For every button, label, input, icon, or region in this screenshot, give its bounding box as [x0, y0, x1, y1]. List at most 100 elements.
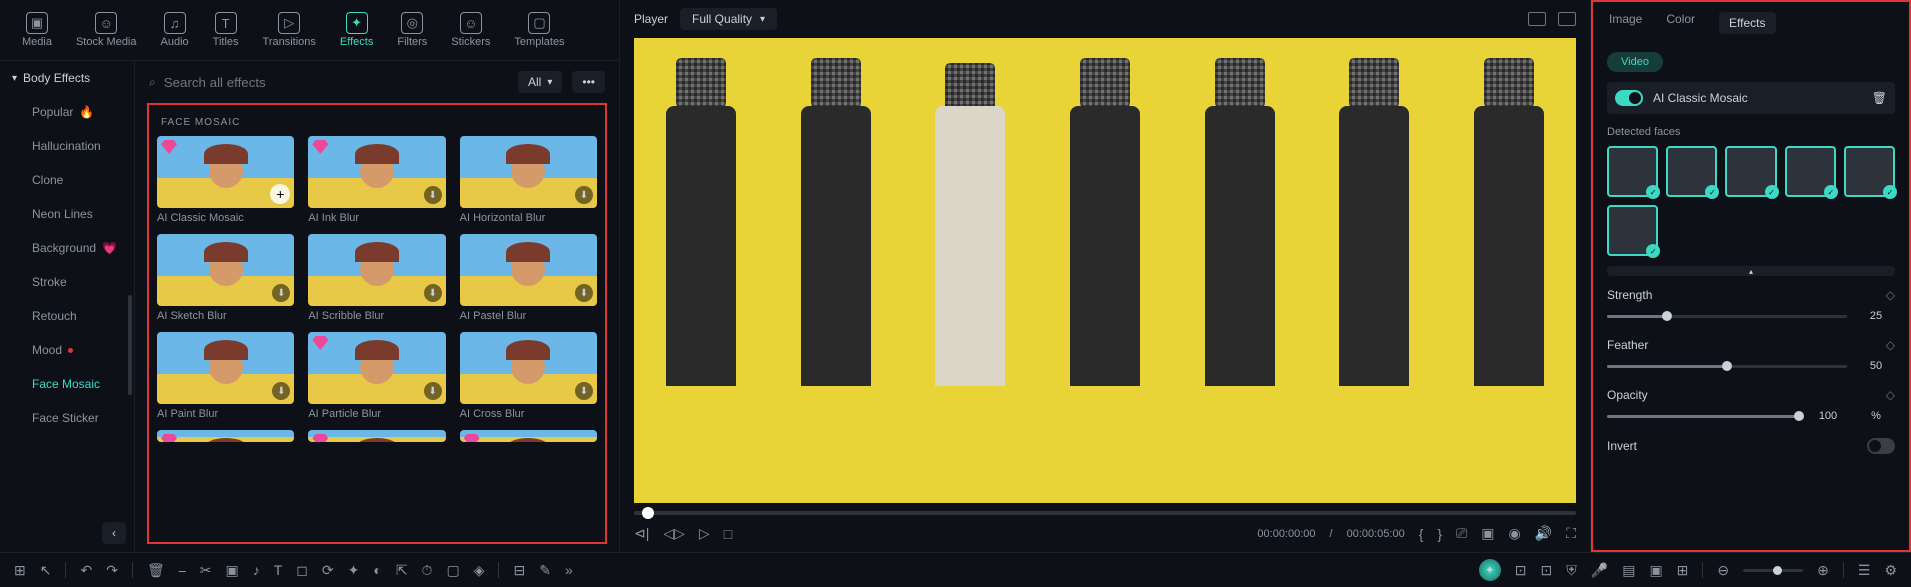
shape-icon[interactable]: ◻ [296, 562, 308, 579]
search-input[interactable] [164, 75, 508, 90]
color-icon[interactable]: ◐ [373, 562, 381, 578]
timer-icon[interactable]: ⏱ [422, 562, 433, 579]
text-icon[interactable]: T [274, 562, 283, 578]
filter-dropdown[interactable]: All ▾ [518, 71, 562, 93]
nav-effects[interactable]: ✦Effects [334, 8, 379, 52]
ai-assist-button[interactable]: ✦ [1479, 559, 1501, 581]
sidebar-item-face-mosaic[interactable]: Face Mosaic [0, 367, 134, 401]
tab-color[interactable]: Color [1666, 12, 1695, 34]
duplicate-icon[interactable]: ⊞ [1677, 562, 1689, 579]
stop-button[interactable]: □ [724, 526, 732, 542]
more-button[interactable]: ••• [572, 71, 605, 93]
zoom-in-button[interactable]: ⊕ [1817, 562, 1829, 579]
download-icon[interactable]: ⬇ [272, 382, 290, 400]
effect-card[interactable]: ⬇AI Particle Blur [308, 332, 445, 420]
zoom-slider[interactable] [1743, 569, 1803, 572]
scrub-bar[interactable] [634, 511, 1576, 515]
mark-out-button[interactable]: } [1437, 526, 1442, 542]
expand-icon[interactable]: » [565, 562, 573, 578]
download-icon[interactable]: ⬇ [575, 284, 593, 302]
detected-face[interactable]: ✓ [1785, 146, 1836, 197]
nav-transitions[interactable]: ▷Transitions [257, 8, 322, 52]
quality-dropdown[interactable]: Full Quality ▾ [680, 8, 777, 30]
video-preview[interactable] [634, 38, 1576, 503]
list-icon[interactable]: ☰ [1858, 562, 1871, 579]
reset-icon[interactable]: ◇ [1886, 338, 1895, 352]
feather-slider[interactable] [1607, 365, 1847, 368]
invert-toggle[interactable] [1867, 438, 1895, 454]
mic-icon[interactable]: 🎤 [1591, 562, 1608, 579]
zoom-out-button[interactable]: ⊖ [1717, 562, 1729, 579]
sidebar-item-background[interactable]: Background💗 [0, 231, 134, 265]
sidebar-item-mood[interactable]: Mood [0, 333, 134, 367]
effect-card[interactable]: ⬇AI Ink Blur [308, 136, 445, 224]
tab-image[interactable]: Image [1609, 12, 1642, 34]
download-icon[interactable]: ⬇ [575, 186, 593, 204]
redo-button[interactable]: ↷ [106, 562, 118, 579]
nav-stickers[interactable]: ☺Stickers [445, 8, 496, 52]
detected-face[interactable]: ✓ [1844, 146, 1895, 197]
pointer-icon[interactable]: ↖ [40, 562, 52, 579]
prev-frame-button[interactable]: ⊲| [634, 525, 649, 542]
download-icon[interactable]: ⬇ [424, 382, 442, 400]
strength-slider[interactable] [1607, 315, 1847, 318]
strength-value[interactable]: 25 [1857, 310, 1895, 322]
playhead[interactable] [642, 507, 654, 519]
collapse-divider[interactable]: ▴ [1607, 266, 1895, 276]
volume-icon[interactable]: 🔊 [1535, 525, 1552, 542]
sidebar-category-dropdown[interactable]: ▾ Body Effects [0, 61, 134, 95]
cut-icon[interactable]: ✂ [200, 562, 212, 579]
snapshot-icon[interactable] [1558, 12, 1576, 26]
nav-filters[interactable]: ◎Filters [391, 8, 433, 52]
mask-icon[interactable]: ▢ [446, 562, 459, 579]
sidebar-collapse-button[interactable]: ‹ [102, 522, 126, 544]
effect-card[interactable]: ⬇AI Paint Blur [157, 332, 294, 420]
split-icon[interactable]: ⎯ [179, 562, 186, 579]
music-icon[interactable]: ♪ [253, 562, 260, 578]
layers-icon[interactable]: ▣ [1649, 562, 1662, 579]
sub-tab-video[interactable]: Video [1607, 52, 1663, 72]
sidebar-item-stroke[interactable]: Stroke [0, 265, 134, 299]
settings-icon[interactable]: ⚙ [1884, 562, 1897, 579]
detected-face[interactable]: ✓ [1607, 146, 1658, 197]
detected-face[interactable]: ✓ [1666, 146, 1717, 197]
opacity-slider[interactable] [1607, 415, 1799, 418]
delete-button[interactable]: 🗑 [147, 562, 165, 579]
play-button[interactable]: ▷ [699, 525, 710, 542]
mark-in-button[interactable]: { [1419, 526, 1424, 542]
compare-icon[interactable] [1528, 12, 1546, 26]
key-icon[interactable]: ◈ [474, 562, 485, 579]
opacity-value[interactable]: 100 [1809, 410, 1847, 422]
effect-icon[interactable]: ✦ [348, 562, 360, 579]
tab-effects[interactable]: Effects [1719, 12, 1775, 34]
effect-card[interactable]: ⬇AI Sketch Blur [157, 234, 294, 322]
reset-icon[interactable]: ◇ [1886, 288, 1895, 302]
export-icon[interactable]: ⇱ [396, 562, 408, 579]
nav-templates[interactable]: ▢Templates [508, 8, 570, 52]
nav-audio[interactable]: ♫Audio [155, 8, 195, 52]
subtitle-icon[interactable]: ▤ [1622, 562, 1635, 579]
crop-icon[interactable]: ▣ [225, 562, 238, 579]
sidebar-item-popular[interactable]: Popular🔥 [0, 95, 134, 129]
sidebar-item-face-sticker[interactable]: Face Sticker [0, 401, 134, 435]
download-icon[interactable]: ⬇ [575, 382, 593, 400]
speed-icon[interactable]: ⟳ [322, 562, 334, 579]
add-icon[interactable]: + [270, 184, 290, 204]
delete-effect-button[interactable]: 🗑 [1872, 91, 1887, 105]
sidebar-scrollbar[interactable] [128, 295, 132, 395]
tool-1-icon[interactable]: ⊡ [1515, 562, 1527, 579]
effect-card[interactable]: ⬇AI Scribble Blur [308, 234, 445, 322]
play-backward-button[interactable]: ◁▷ [663, 525, 685, 542]
detected-face[interactable]: ✓ [1725, 146, 1776, 197]
shield-icon[interactable]: ⛨ [1566, 562, 1577, 579]
download-icon[interactable]: ⬇ [272, 284, 290, 302]
reset-icon[interactable]: ◇ [1886, 388, 1895, 402]
effect-card[interactable]: ⬇AI Horizontal Blur [460, 136, 597, 224]
fullscreen-icon[interactable]: ⛶ [1566, 525, 1576, 542]
nav-media[interactable]: ▣Media [16, 8, 58, 52]
sidebar-item-retouch[interactable]: Retouch [0, 299, 134, 333]
marker-icon[interactable]: ✎ [539, 562, 551, 579]
download-icon[interactable]: ⬇ [424, 186, 442, 204]
camera-icon[interactable]: ◉ [1509, 525, 1521, 542]
render-button[interactable]: ⎚ [1456, 525, 1467, 542]
